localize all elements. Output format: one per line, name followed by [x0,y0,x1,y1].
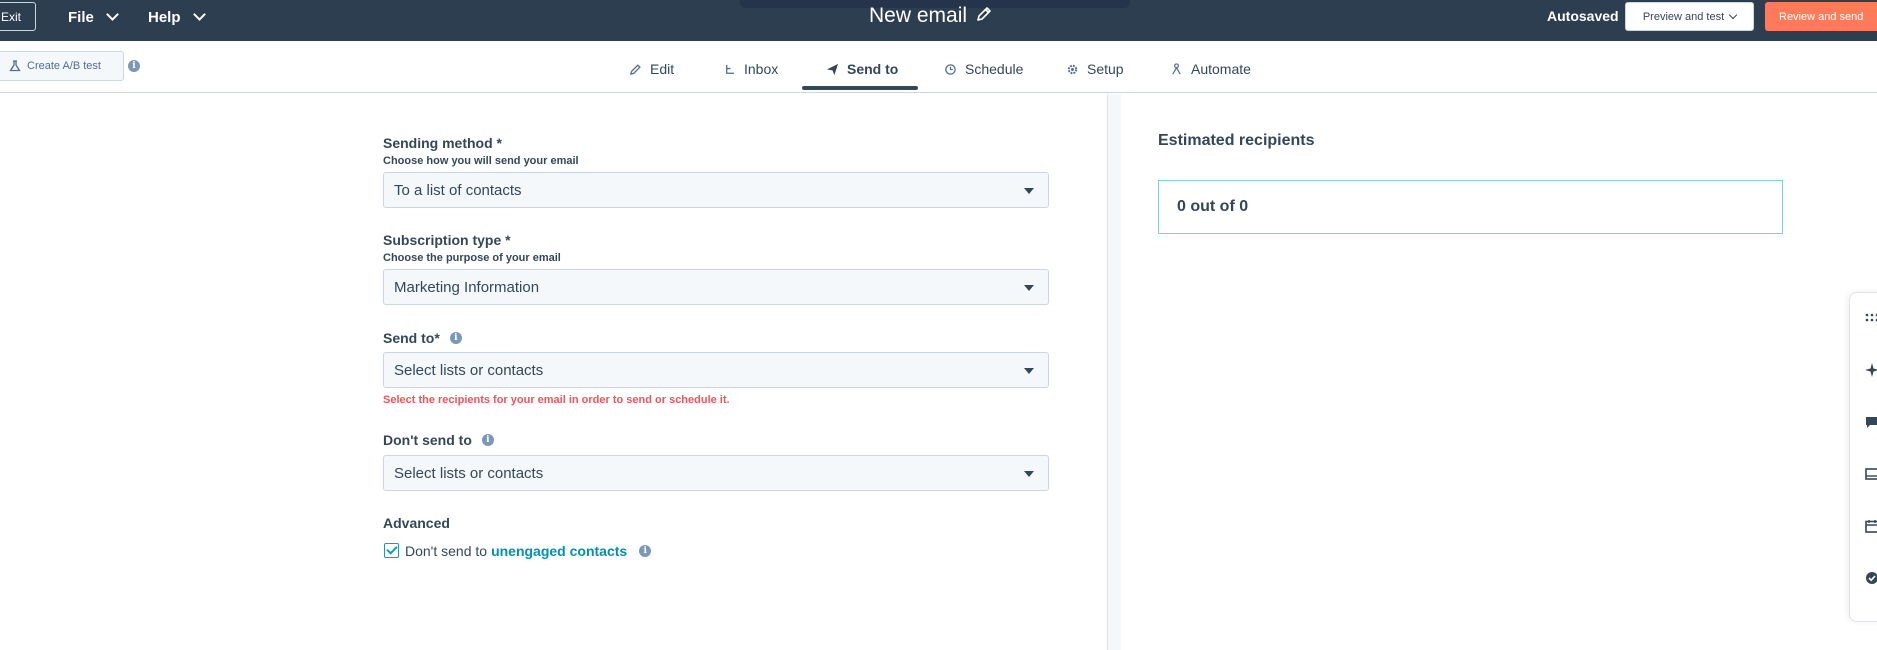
unengaged-contacts-link[interactable]: unengaged contacts [491,543,627,559]
tab-setup[interactable]: Setup [1066,53,1124,85]
caret-down-icon [1024,285,1034,291]
create-ab-test-button[interactable]: Create A/B test [0,51,124,81]
tab-send-to[interactable]: Send to [826,53,898,85]
tab-edit-label: Edit [650,61,675,77]
window-icon[interactable] [1865,467,1877,481]
clock-icon [945,63,956,75]
info-icon[interactable]: i [481,434,494,446]
inbox-icon [726,64,735,74]
gear-icon [1067,64,1078,74]
subscription-type-label: Subscription type * [383,232,511,248]
pencil-icon[interactable] [976,6,992,22]
file-menu-label: File [68,8,94,26]
email-title[interactable]: New email [869,4,967,28]
automate-icon [1172,62,1181,74]
dont-send-to-label-row: Don't send to i [383,432,494,448]
help-menu[interactable]: Help [148,6,206,28]
active-tab-indicator [802,86,918,90]
grid-icon[interactable] [1865,311,1877,325]
calendar-icon[interactable] [1865,519,1877,533]
subscription-type-value: Marketing Information [394,278,540,296]
chat-icon[interactable] [1865,415,1877,429]
info-icon[interactable]: i [128,60,140,72]
caret-down-icon [1024,471,1034,477]
tab-automate-label: Automate [1191,61,1251,77]
info-icon[interactable]: i [639,545,652,557]
caret-down-icon [1024,188,1034,194]
subscription-type-select[interactable]: Marketing Information [383,269,1049,305]
send-to-value: Select lists or contacts [394,361,544,379]
tab-schedule[interactable]: Schedule [944,53,1023,85]
estimated-recipients-count: 0 out of 0 [1158,180,1783,234]
panel-divider [1107,94,1121,650]
dont-send-to-select[interactable]: Select lists or contacts [383,455,1049,491]
editor-tab-bar: Create A/B test i Edit Inbox Send to Sch… [0,41,1877,93]
autosave-status: Autosaved [1547,8,1619,24]
advanced-label: Advanced [383,515,450,531]
caret-down-icon [1024,368,1034,374]
chevron-down-icon [105,8,119,21]
send-to-label-row: Send to* i [383,330,462,346]
sending-method-value: To a list of contacts [394,181,522,199]
exit-button[interactable]: Exit [0,2,36,31]
unengaged-contacts-text: Don't send to [405,543,488,559]
estimated-recipients-title: Estimated recipients [1158,132,1315,149]
sending-method-help: Choose how you will send your email [383,155,579,167]
dont-send-to-value: Select lists or contacts [394,464,544,482]
chevron-down-icon [1728,10,1738,20]
tab-automate[interactable]: Automate [1170,53,1251,85]
send-icon [826,63,839,75]
review-and-send-button[interactable]: Review and send [1765,2,1877,31]
unengaged-contacts-checkbox[interactable] [384,543,399,558]
tab-inbox-label: Inbox [744,61,779,77]
tab-send-to-label: Send to [847,61,899,77]
dont-send-to-label: Don't send to [383,432,472,448]
preview-and-test-button[interactable]: Preview and test [1625,2,1754,31]
file-menu[interactable]: File [68,6,119,28]
info-icon[interactable]: i [449,332,462,344]
preview-and-test-label: Preview and test [1642,10,1725,23]
tab-setup-label: Setup [1087,61,1124,77]
subscription-type-help: Choose the purpose of your email [383,252,561,264]
sending-method-select[interactable]: To a list of contacts [383,172,1049,208]
right-sidebar [1849,292,1877,622]
unengaged-contacts-option: Don't send to unengaged contacts i [405,543,652,559]
create-ab-test-label: Create A/B test [27,60,101,72]
flask-icon [9,60,21,72]
tab-schedule-label: Schedule [965,61,1024,77]
send-to-label: Send to* [383,330,440,346]
tab-edit[interactable]: Edit [629,53,674,85]
top-bar: Exit File Help New email Autosaved Previ… [0,0,1877,41]
tab-inbox[interactable]: Inbox [723,53,778,85]
send-to-select[interactable]: Select lists or contacts [383,352,1049,388]
send-to-error: Select the recipients for your email in … [383,394,730,406]
sending-method-label: Sending method * [383,135,502,151]
chevron-down-icon [192,8,206,21]
help-menu-label: Help [148,8,181,26]
check-circle-icon[interactable] [1865,571,1877,585]
sparkle-icon[interactable] [1865,363,1877,377]
pencil-icon [629,63,641,75]
